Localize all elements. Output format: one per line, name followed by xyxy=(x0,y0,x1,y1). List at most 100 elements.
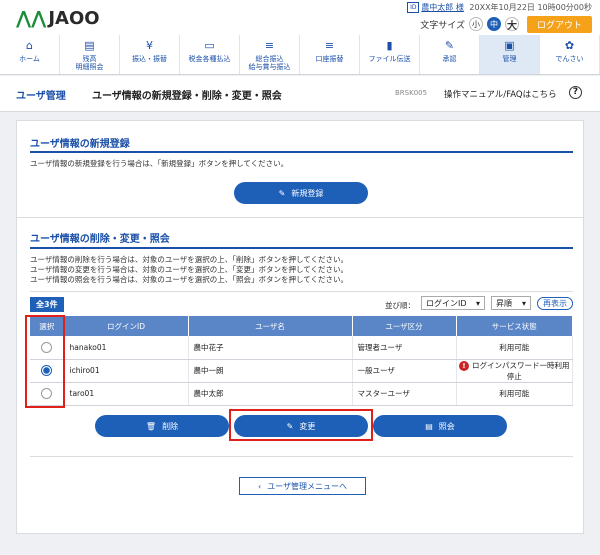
logo: ⋀⋀ JAOO xyxy=(16,8,100,29)
font-size-small[interactable]: 小 xyxy=(468,17,483,31)
change-button-label: 変更 xyxy=(299,421,316,431)
login-id-cell: taro01 xyxy=(64,382,189,406)
nav-admin[interactable]: ▣ 管理 xyxy=(480,35,540,74)
pencil-icon: ✎ xyxy=(286,421,294,431)
user-type-cell: 管理者ユーザ xyxy=(352,336,457,360)
status-cell: ! ログインパスワード一時利用停止 xyxy=(456,359,573,383)
register-button-label: 新規登録 xyxy=(291,188,324,198)
nav-label: 振込・振替 xyxy=(132,55,167,63)
coins-icon: ≡ xyxy=(264,39,275,52)
delete-button[interactable]: 🗑 削除 xyxy=(95,415,229,437)
nav-label: 総合振込 給与賞与振込 xyxy=(248,55,291,71)
nav-label: 口座振替 xyxy=(315,55,344,63)
back-button-label: ユーザ管理メニューへ xyxy=(267,481,348,491)
manual-link[interactable]: 操作マニュアル/FAQはこちら xyxy=(444,88,557,100)
manage-desc-delete: ユーザ情報の削除を行う場合は、対象のユーザを選択の上、「削除」ボタンを押してくだ… xyxy=(30,255,348,264)
redisplay-button[interactable]: 再表示 xyxy=(537,297,573,310)
status-cell: 利用可能 xyxy=(456,336,573,360)
global-nav: ⌂ ホーム ▤ 残高 明細照会 ¥ 振込・振替 ▭ 税金各種払込 ≡ 総合振込 給与賞与振… xyxy=(0,35,600,75)
chevron-left-icon: ‹ xyxy=(257,481,262,491)
font-size-row: 文字サイズ 小 中 大 ログアウト xyxy=(420,15,592,33)
admin-icon: ▣ xyxy=(504,39,515,52)
inquiry-button[interactable]: ▤ 照会 xyxy=(373,415,507,437)
nav-file-transfer[interactable]: ▮ ファイル伝送 xyxy=(360,35,420,74)
last-login: 20XX年10月22日 10時00分00秒 xyxy=(469,3,592,12)
table-row[interactable]: taro01 農中太郎 マスターユーザ 利用可能 xyxy=(30,382,573,406)
help-icon[interactable]: ? xyxy=(569,86,582,99)
inquiry-button-label: 照会 xyxy=(438,421,455,431)
warning-icon: ! xyxy=(459,360,469,371)
status-cell: 利用可能 xyxy=(456,382,573,406)
login-id-cell: ichiro01 xyxy=(64,359,189,383)
register-button[interactable]: ✎ 新規登録 xyxy=(234,182,368,204)
sort-key-select[interactable]: ログインID ▾ xyxy=(421,296,485,310)
document-icon: ▤ xyxy=(84,39,95,52)
user-name-cell: 農中太郎 xyxy=(188,382,353,406)
register-desc: ユーザ情報の新規登録を行う場合は、「新規登録」ボタンを押してください。 xyxy=(30,159,289,168)
table-row[interactable]: ichiro01 農中一朗 一般ユーザ ! ログインパスワード一時利用停止 xyxy=(30,359,573,383)
pencil-icon: ✎ xyxy=(278,188,286,198)
change-button[interactable]: ✎ 変更 xyxy=(234,415,368,437)
section-divider xyxy=(17,217,583,218)
user-id-icon: ID xyxy=(407,2,420,13)
file-icon: ▮ xyxy=(386,39,393,52)
nav-label: ファイル伝送 xyxy=(368,55,411,63)
manage-section-line xyxy=(30,247,573,249)
sort-key-value: ログインID xyxy=(426,298,467,308)
page-header: ユーザ管理 ユーザ情報の新規登録・削除・変更・照会 BRSK005 操作マニュア… xyxy=(0,76,600,112)
screen-code: BRSK005 xyxy=(395,89,428,97)
nav-transfer[interactable]: ¥ 振込・振替 xyxy=(120,35,180,74)
font-size-large[interactable]: 大 xyxy=(504,17,519,32)
sort-order-select[interactable]: 昇順 ▾ xyxy=(491,296,531,310)
main-panel: ユーザ情報の新規登録 ユーザ情報の新規登録を行う場合は、「新規登録」ボタンを押し… xyxy=(16,120,584,534)
status-text: ログインパスワード一時利用停止 xyxy=(472,360,570,381)
login-id-cell: hanako01 xyxy=(64,336,189,360)
nav-balance[interactable]: ▤ 残高 明細照会 xyxy=(60,35,120,74)
table-header-row: 選択 ログインID ユーザ名 ユーザ区分 サービス状態 xyxy=(30,316,573,336)
selection-highlight xyxy=(25,315,65,408)
record-count: 全3件 xyxy=(30,297,64,312)
coins-icon: ≡ xyxy=(324,39,335,52)
bottom-divider xyxy=(30,456,573,457)
card-icon: ▭ xyxy=(204,39,215,52)
nav-label: 管理 xyxy=(502,55,517,63)
manage-section-title: ユーザ情報の削除・変更・照会 xyxy=(30,234,170,245)
user-info: ID 農中太郎 様 20XX年10月22日 10時00分00秒 xyxy=(407,2,592,13)
user-table: 選択 ログインID ユーザ名 ユーザ区分 サービス状態 hanako01 農中花… xyxy=(30,316,573,406)
nav-approve[interactable]: ✎ 承認 xyxy=(420,35,480,74)
col-login-id: ログインID xyxy=(64,316,189,336)
user-type-cell: マスターユーザ xyxy=(352,382,457,406)
user-name-cell: 農中一朗 xyxy=(188,359,353,383)
chevron-down-icon: ▾ xyxy=(521,298,526,308)
nav-home[interactable]: ⌂ ホーム xyxy=(0,35,60,74)
sort-label: 並び順： xyxy=(385,301,415,310)
logout-button[interactable]: ログアウト xyxy=(526,15,592,33)
font-size-medium[interactable]: 中 xyxy=(486,17,501,31)
user-name-link[interactable]: 農中太郎 様 xyxy=(421,3,464,12)
nav-label: ホーム xyxy=(19,55,40,63)
home-icon: ⌂ xyxy=(26,39,33,52)
col-user-name: ユーザ名 xyxy=(188,316,353,336)
nav-label: 残高 明細照会 xyxy=(75,55,104,71)
logo-mark-icon: ⋀⋀ xyxy=(16,8,47,29)
trash-icon: 🗑 xyxy=(145,421,157,431)
chevron-down-icon: ▾ xyxy=(475,298,480,308)
table-row[interactable]: hanako01 農中花子 管理者ユーザ 利用可能 xyxy=(30,336,573,360)
delete-button-label: 削除 xyxy=(162,421,179,431)
font-size-label: 文字サイズ xyxy=(420,20,465,31)
nav-bulk-transfer[interactable]: ≡ 総合振込 給与賞与振込 xyxy=(240,35,300,74)
nav-tax[interactable]: ▭ 税金各種払込 xyxy=(180,35,240,74)
back-to-menu-button[interactable]: ‹ ユーザ管理メニューへ xyxy=(239,477,366,495)
col-user-type: ユーザ区分 xyxy=(352,316,457,336)
nav-account-transfer[interactable]: ≡ 口座振替 xyxy=(300,35,360,74)
breadcrumb[interactable]: ユーザ管理 xyxy=(16,87,66,102)
yen-icon: ¥ xyxy=(146,39,153,52)
header: ⋀⋀ JAOO ID 農中太郎 様 20XX年10月22日 10時00分00秒 文字… xyxy=(0,0,600,35)
register-section-line xyxy=(30,151,573,153)
user-type-cell: 一般ユーザ xyxy=(352,359,457,383)
register-section-title: ユーザ情報の新規登録 xyxy=(30,139,130,150)
nav-densai[interactable]: ✿ でんさい xyxy=(540,35,600,74)
densai-icon: ✿ xyxy=(564,39,575,52)
page-title: ユーザ情報の新規登録・削除・変更・照会 xyxy=(92,91,282,102)
manage-desc-inquiry: ユーザ情報の照会を行う場合は、対象のユーザを選択の上、「照会」ボタンを押してくだ… xyxy=(30,275,348,284)
